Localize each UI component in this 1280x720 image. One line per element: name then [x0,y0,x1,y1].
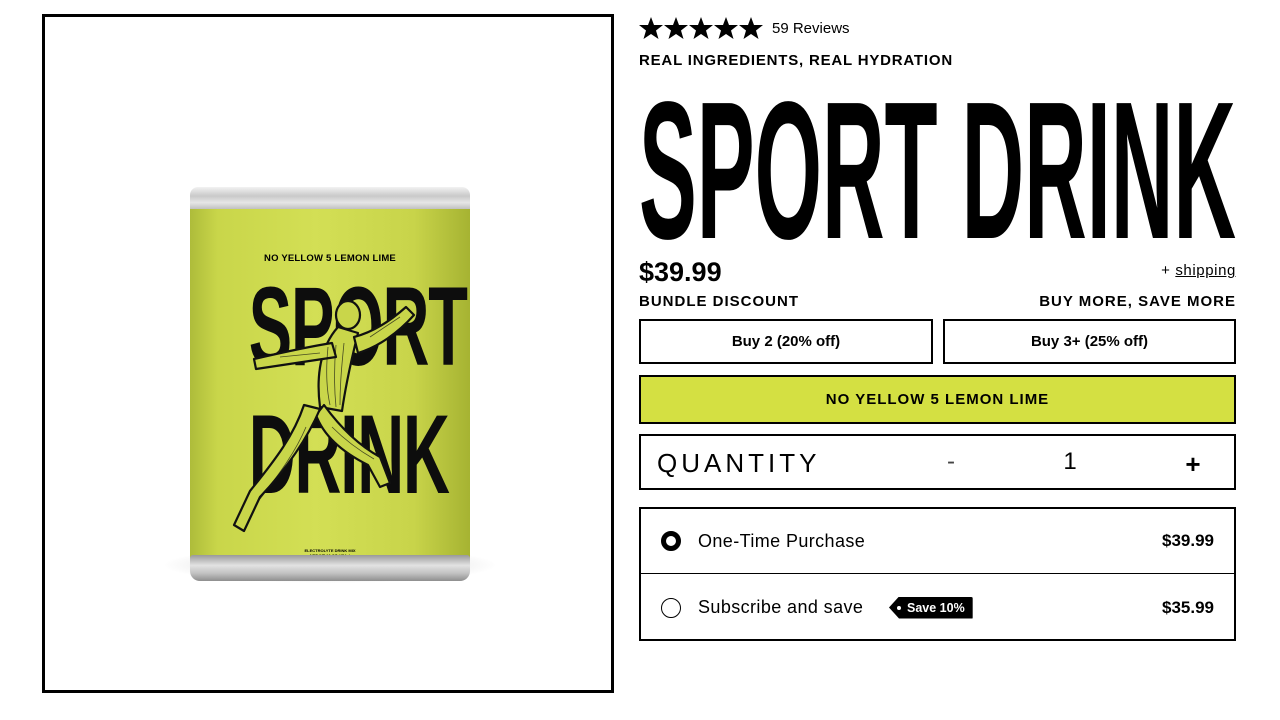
subscribe-option[interactable]: Subscribe and save Save 10% $35.99 [641,575,1234,640]
radio-unselected-icon[interactable] [661,597,681,618]
subscribe-label: Subscribe and save [698,597,864,617]
star-icon [639,17,663,39]
one-time-purchase-option[interactable]: One-Time Purchase $39.99 [641,509,1234,574]
star-icon [739,17,763,39]
product-image-frame[interactable]: NO YELLOW 5 LEMON LIME SPORT DRINK [42,14,614,693]
shipping-note: + shipping [1161,262,1236,279]
flavor-option-selected[interactable]: NO YELLOW 5 LEMON LIME [639,375,1236,424]
product-tagline: REAL INGREDIENTS, REAL HYDRATION [639,52,953,69]
rating-row[interactable]: 59 Reviews [639,17,850,39]
reviews-count-link[interactable]: 59 Reviews [772,20,850,37]
can-rim-bottom [190,555,470,581]
runner-illustration [232,299,416,533]
one-time-purchase-price: $39.99 [1162,531,1214,550]
quantity-decrement-button[interactable]: - [937,448,965,478]
purchase-options: One-Time Purchase $39.99 Subscribe and s… [639,507,1236,641]
bundle-buy-2-button[interactable]: Buy 2 (20% off) [639,319,933,364]
quantity-stepper: QUANTITY - 1 + [639,434,1236,490]
one-time-purchase-label: One-Time Purchase [698,530,866,551]
star-icon [664,17,688,39]
radio-selected-icon[interactable] [661,531,681,551]
quantity-label: QUANTITY [657,448,821,478]
can-flavor-text: NO YELLOW 5 LEMON LIME [264,253,396,264]
bundle-discount-label: BUNDLE DISCOUNT [639,293,799,310]
star-icon [714,17,738,39]
product-details: 59 Reviews REAL INGREDIENTS, REAL HYDRAT… [639,0,1236,720]
bundle-promo-text: BUY MORE, SAVE MORE [1039,293,1236,310]
star-icon [689,17,713,39]
star-rating [639,17,763,39]
quantity-value[interactable]: 1 [1055,448,1085,476]
shipping-prefix: + [1161,262,1176,279]
shipping-link[interactable]: shipping [1175,262,1236,279]
product-price: $39.99 [639,257,722,287]
product-title: SPORT DRINK [639,86,1236,246]
tag-hole-icon [897,605,901,610]
save-badge: Save 10% [889,596,973,619]
bundle-buy-3-button[interactable]: Buy 3+ (25% off) [943,319,1236,364]
can-label: NO YELLOW 5 LEMON LIME SPORT DRINK [190,209,470,559]
subscribe-price: $35.99 [1162,597,1214,617]
product-title-text: SPORT DRINK [639,86,1236,246]
quantity-increment-button[interactable]: + [1179,449,1207,479]
product-image-can: NO YELLOW 5 LEMON LIME SPORT DRINK [190,187,470,587]
save-badge-text: Save 10% [907,600,965,615]
